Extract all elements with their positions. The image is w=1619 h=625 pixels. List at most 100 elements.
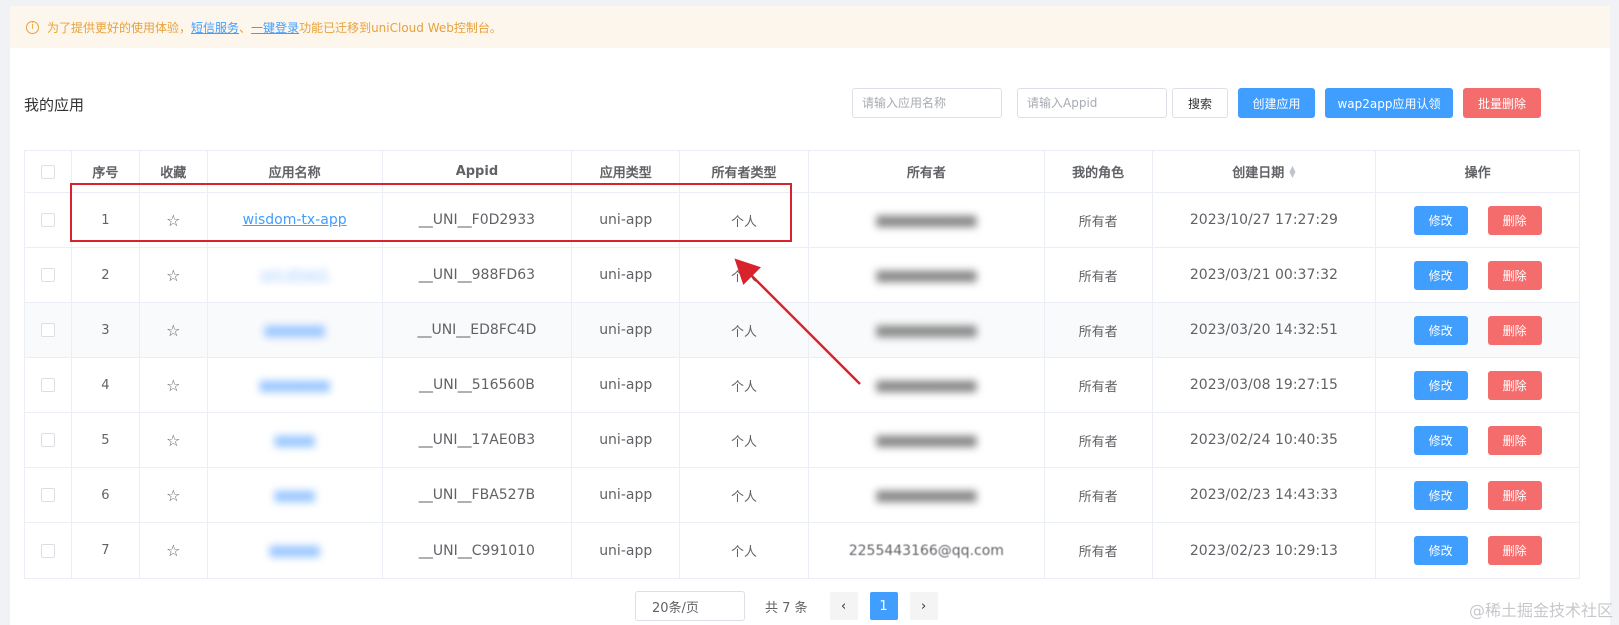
app-name-redaction-mask[interactable]: ▆▆▆▆▆▆ — [265, 323, 325, 338]
row-favorite-cell: ☆ — [140, 248, 208, 302]
row-checkbox[interactable] — [40, 543, 55, 558]
select-all-checkbox[interactable] — [40, 164, 55, 179]
sms-service-link[interactable]: 短信服务 — [191, 19, 239, 36]
pagination-total: 共 7 条 — [765, 600, 808, 616]
delete-button[interactable]: 删除 — [1487, 536, 1542, 565]
row-select-cell — [25, 468, 72, 522]
app-name-redaction-mask[interactable]: ▆▆▆▆ — [275, 488, 315, 503]
row-select-cell — [25, 303, 72, 357]
edit-button[interactable]: 修改 — [1413, 260, 1468, 290]
edit-button[interactable]: 修改 — [1413, 480, 1468, 510]
row-select-cell — [25, 523, 72, 578]
star-icon[interactable]: ☆ — [166, 376, 180, 395]
app-list-card: 我的应用 搜索 创建应用 wap2app应用认领 批量删除 序号 收藏 应用名称… — [10, 48, 1610, 625]
row-actions: 修改 删除 — [1376, 248, 1579, 302]
star-icon[interactable]: ☆ — [166, 431, 180, 450]
owner-email: 2255443166@qq.com — [848, 542, 1004, 559]
owner-redaction-mask: ▆▆▆▆▆▆▆▆▆▆ — [876, 212, 977, 228]
table-row: 2 ☆ uni-shop1 __UNI__988FD63 uni-app 个人 … — [25, 248, 1579, 303]
row-owner-type: 个人 — [680, 193, 809, 247]
header-owner-type: 所有者类型 — [680, 151, 809, 192]
row-owner-type: 个人 — [680, 303, 809, 357]
app-name-redaction-mask[interactable]: ▆▆▆▆▆▆▆ — [260, 378, 330, 393]
row-app-name-cell: uni-shop1 — [208, 248, 383, 302]
header-owner: 所有者 — [809, 151, 1045, 192]
app-name-redaction-mask[interactable]: ▆▆▆▆▆ — [270, 543, 320, 558]
page-number-button[interactable]: 1 — [869, 592, 898, 620]
row-index: 6 — [72, 468, 140, 522]
star-icon[interactable]: ☆ — [166, 541, 180, 560]
row-owner-type: 个人 — [680, 358, 809, 412]
app-name-redaction-mask[interactable]: ▆▆▆▆ — [275, 433, 315, 448]
row-checkbox[interactable] — [40, 268, 55, 282]
row-checkbox[interactable] — [40, 433, 55, 447]
header-index: 序号 — [72, 151, 140, 192]
row-app-name-cell: ▆▆▆▆▆▆▆ — [208, 358, 383, 412]
edit-button[interactable]: 修改 — [1413, 370, 1468, 400]
row-checkbox[interactable] — [40, 213, 55, 227]
app-name-link[interactable]: wisdom-tx-app — [243, 212, 347, 228]
row-owner-redacted: ▆▆▆▆▆▆▆▆▆▆ — [809, 358, 1045, 412]
star-icon[interactable]: ☆ — [166, 486, 180, 505]
row-checkbox[interactable] — [40, 488, 55, 502]
owner-redaction-mask: ▆▆▆▆▆▆▆▆▆▆ — [876, 377, 977, 393]
row-created: 2023/03/08 19:27:15 — [1153, 358, 1377, 412]
table-row: 3 ☆ ▆▆▆▆▆▆ __UNI__ED8FC4D uni-app 个人 ▆▆▆… — [25, 303, 1579, 358]
star-icon[interactable]: ☆ — [166, 266, 180, 285]
app-name-search-input[interactable] — [852, 88, 1002, 118]
delete-button[interactable]: 删除 — [1487, 315, 1542, 345]
edit-button[interactable]: 修改 — [1413, 205, 1468, 235]
row-checkbox[interactable] — [40, 378, 55, 392]
row-actions: 修改 删除 — [1376, 523, 1579, 578]
one-click-login-link[interactable]: 一键登录 — [251, 19, 299, 36]
row-created: 2023/03/20 14:32:51 — [1153, 303, 1377, 357]
star-icon[interactable]: ☆ — [166, 321, 180, 340]
wap2app-claim-button[interactable]: wap2app应用认领 — [1325, 88, 1453, 118]
appid-search-input[interactable] — [1017, 88, 1167, 118]
row-app-name-cell: ▆▆▆▆ — [208, 413, 383, 467]
row-owner-redacted: ▆▆▆▆▆▆▆▆▆▆ — [809, 413, 1045, 467]
owner-redaction-mask: ▆▆▆▆▆▆▆▆▆▆ — [876, 267, 977, 283]
header-created-date-label: 创建日期 — [1232, 166, 1285, 181]
delete-button[interactable]: 删除 — [1487, 260, 1542, 290]
edit-button[interactable]: 修改 — [1413, 536, 1468, 565]
row-role: 所有者 — [1045, 413, 1153, 467]
edit-button[interactable]: 修改 — [1413, 425, 1468, 455]
prev-page-button[interactable]: ‹ — [829, 592, 858, 620]
row-appid: __UNI__ED8FC4D — [383, 303, 573, 357]
row-owner-redacted: ▆▆▆▆▆▆▆▆▆▆ — [809, 248, 1045, 302]
migration-notice: i 为了提供更好的使用体验， 短信服务 、 一键登录 功能已迁移到uniClou… — [10, 6, 1610, 48]
delete-button[interactable]: 删除 — [1487, 370, 1542, 400]
batch-delete-button[interactable]: 批量删除 — [1463, 88, 1541, 118]
row-app-name-cell: ▆▆▆▆▆▆ — [208, 303, 383, 357]
delete-button[interactable]: 删除 — [1487, 480, 1542, 510]
create-app-button[interactable]: 创建应用 — [1238, 88, 1315, 118]
edit-button[interactable]: 修改 — [1413, 315, 1468, 345]
table-row: 1 ☆ wisdom-tx-app __UNI__F0D2933 uni-app… — [25, 193, 1579, 248]
sort-caret-icon[interactable]: ▲ ▼ — [1289, 164, 1295, 178]
delete-button[interactable]: 删除 — [1487, 205, 1542, 235]
row-created: 2023/03/21 00:37:32 — [1153, 248, 1377, 302]
row-app-type: uni-app — [572, 523, 681, 578]
search-button[interactable]: 搜索 — [1172, 88, 1228, 118]
row-appid: __UNI__988FD63 — [383, 248, 573, 302]
notice-separator: 、 — [239, 20, 252, 35]
next-page-button[interactable]: › — [909, 592, 938, 620]
row-index: 1 — [72, 193, 140, 247]
header-created-date[interactable]: 创建日期 ▲ ▼ — [1153, 151, 1377, 192]
row-favorite-cell: ☆ — [140, 413, 208, 467]
table-row: 7 ☆ ▆▆▆▆▆ __UNI__C991010 uni-app 个人 2255… — [25, 523, 1579, 578]
notice-prefix: 为了提供更好的使用体验， — [47, 20, 192, 35]
toolbar: 搜索 创建应用 wap2app应用认领 批量删除 — [10, 88, 1610, 118]
delete-button[interactable]: 删除 — [1487, 425, 1542, 455]
row-actions: 修改 删除 — [1376, 193, 1579, 247]
app-name-link[interactable]: uni-shop1 — [260, 267, 329, 283]
row-index: 2 — [72, 248, 140, 302]
star-icon[interactable]: ☆ — [166, 211, 180, 230]
row-index: 3 — [72, 303, 140, 357]
page-size-select[interactable]: 20条/页 — [635, 591, 745, 621]
row-favorite-cell: ☆ — [140, 468, 208, 522]
watermark: @稀土掘金技术社区 — [1468, 601, 1613, 620]
row-role: 所有者 — [1045, 193, 1153, 247]
row-checkbox[interactable] — [40, 323, 55, 337]
